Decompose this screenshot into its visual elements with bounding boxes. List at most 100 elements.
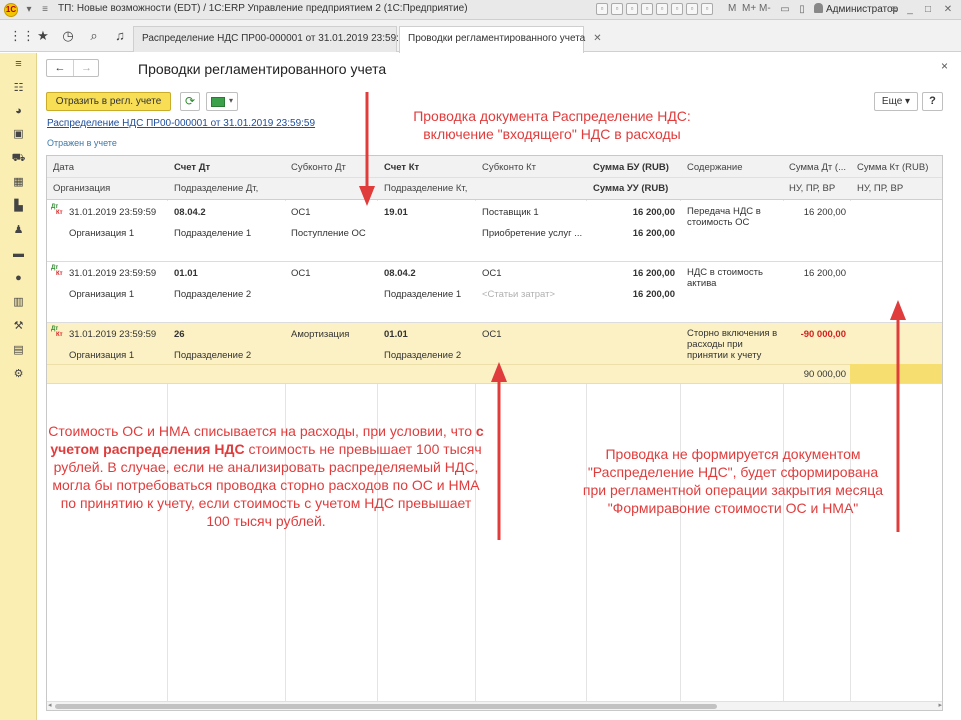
cell-credit-account: 01.01: [384, 329, 408, 340]
header-content[interactable]: Содержание: [687, 162, 743, 173]
finance-card-icon[interactable]: ▬: [11, 247, 26, 262]
cell-sum-uu: 16 200,00: [632, 289, 675, 300]
administration-gear-icon[interactable]: ⚙: [11, 367, 26, 382]
cell-org: Организация 1: [69, 350, 135, 361]
cell-date: 31.01.2019 23:59:59: [69, 268, 157, 279]
settings-icon[interactable]: ≡: [887, 3, 901, 17]
excel-export-button[interactable]: ▾: [206, 92, 238, 111]
tab-close-icon[interactable]: ✕: [593, 33, 601, 44]
cell-credit-dept: Подразделение 2: [384, 350, 462, 361]
more-button[interactable]: Еще ▾: [874, 92, 918, 111]
tab-vat-distribution[interactable]: Распределение НДС ПР00-000001 от 31.01.2…: [133, 26, 410, 52]
repair-icon[interactable]: ⚒: [11, 319, 26, 334]
header-date[interactable]: Дата: [53, 162, 74, 173]
calendar-icon[interactable]: ▫: [701, 3, 713, 15]
refresh-button[interactable]: ⟳: [180, 92, 200, 111]
refresh-icon: ⟳: [184, 94, 196, 108]
print-icon[interactable]: ▫: [611, 3, 623, 15]
chevron-down-icon: ▾: [229, 96, 234, 105]
header-sum-dt[interactable]: Сумма Дт (...: [789, 162, 847, 173]
document-link[interactable]: Распределение НДС ПР00-000001 от 31.01.2…: [47, 118, 315, 129]
cell-debit-sub2: Поступление ОС: [291, 228, 366, 239]
dashboard-pie-icon[interactable]: ◕: [11, 104, 26, 119]
back-button[interactable]: ←: [47, 60, 73, 76]
panel-icon[interactable]: ▯: [795, 3, 809, 17]
cell-credit-dept: Подразделение 1: [384, 289, 462, 300]
annotation-left: Стоимость ОС и НМА списывается на расход…: [48, 422, 484, 530]
header-debit-subconto[interactable]: Субконто Дт: [291, 162, 346, 173]
production-icon[interactable]: ▙: [11, 199, 26, 214]
table-row[interactable]: Дт Кт 31.01.2019 23:59:59 Организация 1 0…: [47, 201, 942, 262]
tabs-bar: ⋮⋮ ★ ◷ ⌕ ♫ Распределение НДС ПР00-000001…: [0, 20, 961, 53]
cell-debit-account: 01.01: [174, 268, 198, 279]
header-sum-dt-nu[interactable]: НУ, ПР, ВР: [789, 183, 835, 194]
header-credit-dept[interactable]: Подразделение Кт,: [384, 183, 467, 194]
budget-icon[interactable]: ●: [11, 271, 26, 286]
warehouse-icon[interactable]: ▦: [11, 175, 26, 190]
home-icon[interactable]: ▫: [641, 3, 653, 15]
titlebar-nav-icon[interactable]: ≡: [38, 3, 52, 17]
cell-sum-uu: 16 200,00: [632, 228, 675, 239]
accounting-icon[interactable]: ▤: [11, 343, 26, 358]
crm-icon[interactable]: ☷: [11, 81, 26, 96]
staff-icon[interactable]: ♟: [11, 223, 26, 238]
purchases-icon[interactable]: ▣: [11, 127, 26, 142]
header-debit-dept[interactable]: Подразделение Дт,: [174, 183, 258, 194]
post-to-regulated-button[interactable]: Отразить в регл. учете: [46, 92, 171, 111]
notifications-bell-icon[interactable]: ♫: [112, 28, 128, 44]
window-title: ТП: Новые возможности (EDT) / 1С:ERP Упр…: [58, 3, 468, 14]
cell-credit-sub1: ОС1: [482, 329, 502, 340]
close-window-button[interactable]: ✕: [941, 3, 955, 17]
link-icon[interactable]: ▫: [626, 3, 638, 15]
cell-credit-sub2: <Статьи затрат>: [482, 289, 556, 300]
sales-cart-icon[interactable]: ⛟: [11, 151, 26, 166]
favorites-icon[interactable]: ▫: [656, 3, 668, 15]
search-icon[interactable]: ⌕: [86, 28, 102, 44]
save-icon[interactable]: ▫: [596, 3, 608, 15]
scrollbar-thumb[interactable]: [55, 704, 717, 709]
current-user[interactable]: Администратор: [814, 3, 898, 15]
cell-debit-sub1: ОС1: [291, 207, 311, 218]
memory-mplus-button[interactable]: M+: [742, 3, 756, 14]
nav-buttons: ← →: [46, 59, 99, 77]
annotation-top-line2: включение "входящего" НДС в расходы: [423, 126, 681, 142]
memory-m-button[interactable]: M: [728, 3, 736, 14]
calc-icon[interactable]: ▫: [686, 3, 698, 15]
table-row[interactable]: Дт Кт 31.01.2019 23:59:59 Организация 1 0…: [47, 262, 942, 323]
header-credit-account[interactable]: Счет Кт: [384, 162, 419, 173]
history-icon[interactable]: ▫: [671, 3, 683, 15]
restore-button[interactable]: □: [921, 3, 935, 17]
cell-date: 31.01.2019 23:59:59: [69, 207, 157, 218]
spreadsheet-icon: [211, 97, 225, 107]
minimize-button[interactable]: _: [903, 3, 917, 17]
main-menu-icon[interactable]: ≡: [11, 57, 26, 72]
header-debit-account[interactable]: Счет Дт: [174, 162, 210, 173]
header-sum-kt-nu[interactable]: НУ, ПР, ВР: [857, 183, 903, 194]
scroll-right-icon[interactable]: ▸: [938, 702, 942, 710]
horizontal-scrollbar[interactable]: ◂ ▸: [47, 701, 942, 710]
form-close-icon[interactable]: ×: [941, 59, 948, 73]
memory-mminus-button[interactable]: M-: [759, 3, 771, 14]
history-clock-icon[interactable]: ◷: [60, 28, 76, 44]
header-sum-kt[interactable]: Сумма Кт (RUB): [857, 162, 928, 173]
header-organization[interactable]: Организация: [53, 183, 110, 194]
forward-button[interactable]: →: [73, 60, 99, 76]
cell-sum-bu: 16 200,00: [632, 268, 675, 279]
apps-grid-icon[interactable]: ⋮⋮: [9, 28, 35, 44]
header-sum-uu[interactable]: Сумма УУ (RUB): [593, 183, 668, 194]
favorites-star-icon[interactable]: ★: [35, 28, 51, 44]
cell-sum-dt-nu: -90 000,00: [800, 329, 846, 340]
header-credit-subconto[interactable]: Субконто Кт: [482, 162, 536, 173]
scroll-left-icon[interactable]: ◂: [48, 702, 52, 710]
reports-icon[interactable]: ▥: [11, 295, 26, 310]
cell-debit-account: 08.04.2: [174, 207, 206, 218]
header-sum-bu[interactable]: Сумма БУ (RUB): [593, 162, 669, 173]
titlebar-menu-icon[interactable]: ▾: [22, 3, 36, 17]
window-list-icon[interactable]: ▭: [778, 3, 792, 17]
help-button[interactable]: ?: [922, 92, 943, 111]
cell-credit-sub1: Поставщик 1: [482, 207, 539, 218]
titlebar-tools: ▫ ▫ ▫ ▫ ▫ ▫ ▫ ▫: [596, 3, 716, 17]
tab-postings[interactable]: Проводки регламентированного учета ✕: [399, 26, 602, 53]
form-title: Проводки регламентированного учета: [138, 61, 387, 77]
arrow-up-icon: [491, 362, 507, 540]
